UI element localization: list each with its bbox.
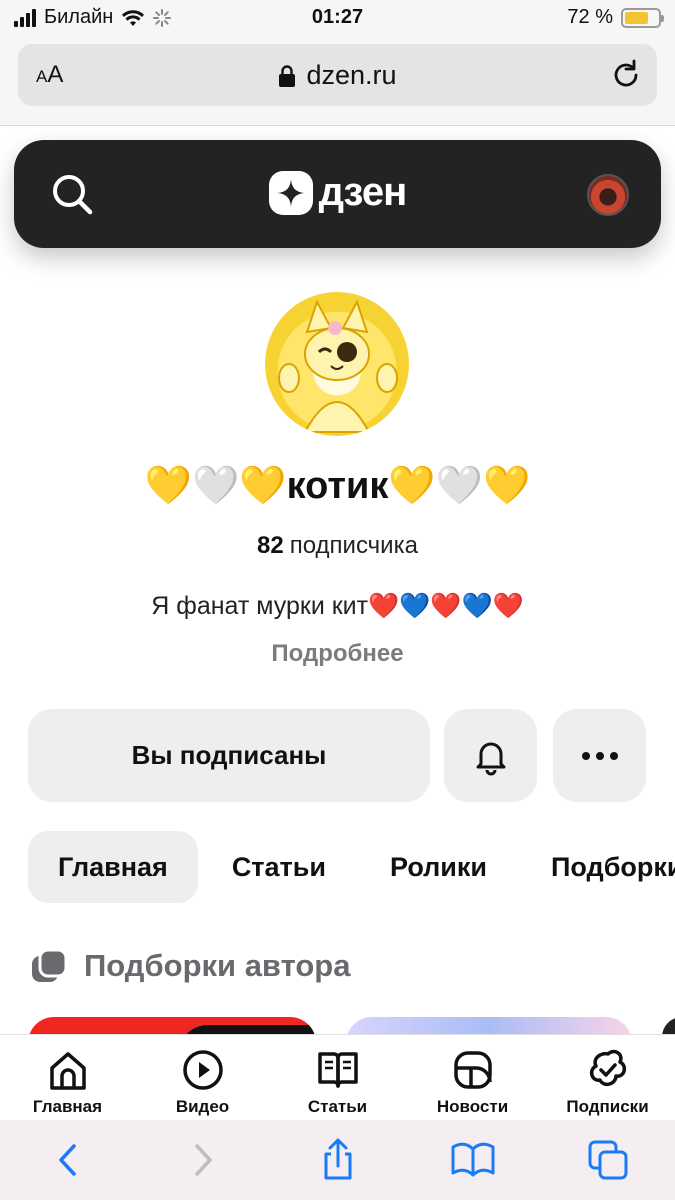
more-dots-icon [581,751,618,760]
more-options-button[interactable] [553,709,646,802]
bell-icon [476,742,505,775]
battery-icon [621,7,664,28]
chevron-right-icon [194,1144,212,1176]
channel-tabs: Главная Статьи Ролики Подборки [28,831,675,903]
tabs-icon [588,1140,627,1180]
forward-button[interactable] [173,1130,233,1190]
tab-articles[interactable]: Статьи [202,831,356,903]
news-icon [450,1047,496,1093]
nav-news-label: Новости [436,1097,509,1116]
subscriptions-icon [585,1047,631,1093]
address-bar[interactable]: AA dzen.ru [18,44,657,106]
browser-address-area: AA dzen.ru [0,38,675,126]
nav-video-label: Видео [175,1097,230,1116]
nav-subscriptions-label: Подписки [566,1097,649,1116]
tab-main[interactable]: Главная [28,831,198,903]
section-title: Подборки автора [84,948,351,983]
subscribed-button[interactable]: Вы подписаны [28,709,430,802]
share-icon [324,1138,351,1180]
channel-description: Я фанат мурки кит❤️💙❤️💙❤️ [151,592,524,620]
status-bar: Билайн 01:27 72 % [0,0,675,38]
host-label: dzen.ru [306,60,397,90]
battery-percent: 72 % [567,6,613,28]
nav-home[interactable]: Главная [3,1035,133,1120]
subscriber-label: подписчика [289,532,418,559]
collections-icon [32,948,68,982]
cat-drawing-icon [278,299,398,433]
logo-text: дзен [318,170,408,214]
bottom-navigation: Главная Видео Статьи Новости Подписки [0,1034,675,1120]
browser-toolbar [0,1120,675,1200]
dzen-logo[interactable]: дзен [14,170,661,215]
status-right: 72 % [567,6,664,29]
articles-icon [315,1047,361,1093]
bookmarks-button[interactable] [443,1130,503,1190]
nav-news[interactable]: Новости [408,1035,538,1120]
home-icon [45,1047,91,1093]
notifications-button[interactable] [444,709,537,802]
section-header: Подборки автора [30,948,350,984]
back-button[interactable] [38,1130,98,1190]
dzen-star-icon [268,170,313,215]
nav-video[interactable]: Видео [138,1035,268,1120]
user-avatar[interactable] [587,174,629,216]
video-icon [180,1047,226,1093]
channel-avatar [265,292,409,436]
share-button[interactable] [308,1130,368,1190]
nav-articles-label: Статьи [307,1097,368,1116]
site-header: дзен [14,140,661,248]
chevron-left-icon [58,1144,76,1176]
nav-subscriptions[interactable]: Подписки [543,1035,673,1120]
nav-articles[interactable]: Статьи [273,1035,403,1120]
nav-home-label: Главная [32,1097,103,1116]
subscriber-count: 82 подписчика [0,532,675,560]
tab-videos[interactable]: Ролики [360,831,517,903]
book-icon [451,1142,494,1177]
lock-icon [279,64,296,87]
address-host[interactable]: dzen.ru [18,60,657,91]
tab-collections[interactable]: Подборки [521,831,675,903]
battery-fill [625,11,649,24]
tabs-button[interactable] [578,1130,638,1190]
subscriber-number: 82 [257,532,284,559]
more-link[interactable]: Подробнее [0,640,675,668]
reload-icon[interactable] [609,58,643,92]
channel-name: 💛🤍💛котик💛🤍💛 [144,465,531,507]
